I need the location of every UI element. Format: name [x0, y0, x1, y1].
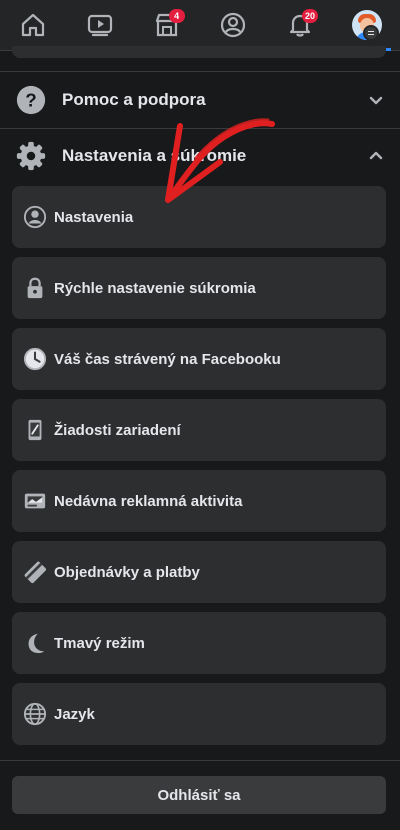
clock-icon — [22, 346, 48, 372]
menu-tab[interactable] — [342, 1, 391, 51]
menu-item-time-on-facebook[interactable]: Váš čas strávený na Facebooku — [12, 328, 386, 390]
help-support-section[interactable]: ? Pomoc a podpora — [0, 72, 400, 128]
chevron-up-icon — [369, 151, 383, 160]
logout-button[interactable]: Odhlásiť sa — [12, 776, 386, 814]
lock-icon — [22, 275, 48, 301]
menu-item-privacy-shortcuts[interactable]: Rýchle nastavenie súkromia — [12, 257, 386, 319]
top-navigation-bar: 4 20 — [0, 0, 400, 51]
menu-item-settings[interactable]: Nastavenia — [12, 186, 386, 248]
svg-text:?: ? — [25, 90, 37, 111]
ad-activity-icon — [22, 488, 48, 514]
menu-item-orders-payments[interactable]: Objednávky a platby — [12, 541, 386, 603]
previous-card-edge — [12, 46, 386, 58]
home-icon — [22, 13, 45, 37]
menu-item-label: Žiadosti zariadení — [54, 421, 181, 439]
home-tab[interactable] — [9, 1, 57, 49]
menu-item-label: Objednávky a platby — [54, 563, 200, 581]
profile-icon — [221, 12, 246, 38]
settings-privacy-label: Nastavenia a súkromie — [62, 146, 247, 165]
device-icon — [22, 417, 48, 443]
notifications-tab[interactable]: 20 — [276, 1, 324, 49]
help-question-icon: ? — [14, 83, 48, 117]
menu-lines-icon — [362, 25, 379, 41]
menu-item-recent-ad-activity[interactable]: Nedávna reklamná aktivita — [12, 470, 386, 532]
watch-tab[interactable] — [76, 1, 124, 49]
help-support-label: Pomoc a podpora — [62, 90, 206, 109]
menu-item-dark-mode[interactable]: Tmavý režim — [12, 612, 386, 674]
profile-tab[interactable] — [209, 1, 257, 49]
moon-icon — [22, 630, 48, 656]
settings-gear-icon — [14, 139, 48, 173]
marketplace-badge: 4 — [168, 9, 185, 23]
chevron-down-icon — [369, 96, 383, 105]
menu-item-label: Jazyk — [54, 705, 95, 723]
menu-item-device-requests[interactable]: Žiadosti zariadení — [12, 399, 386, 461]
menu-item-language[interactable]: Jazyk — [12, 683, 386, 745]
payment-card-icon — [22, 559, 48, 585]
section-divider — [0, 760, 400, 761]
menu-item-label: Tmavý režim — [54, 634, 145, 652]
menu-item-label: Nastavenia — [54, 208, 134, 226]
notifications-badge: 20 — [301, 9, 318, 23]
watch-video-icon — [87, 14, 113, 37]
globe-icon — [22, 701, 48, 727]
marketplace-tab[interactable]: 4 — [143, 1, 191, 49]
user-circle-icon — [22, 204, 48, 230]
menu-item-label: Nedávna reklamná aktivita — [54, 492, 243, 510]
settings-privacy-section[interactable]: Nastavenia a súkromie — [0, 128, 400, 184]
menu-item-label: Váš čas strávený na Facebooku — [54, 350, 281, 368]
menu-item-label: Rýchle nastavenie súkromia — [54, 279, 256, 297]
